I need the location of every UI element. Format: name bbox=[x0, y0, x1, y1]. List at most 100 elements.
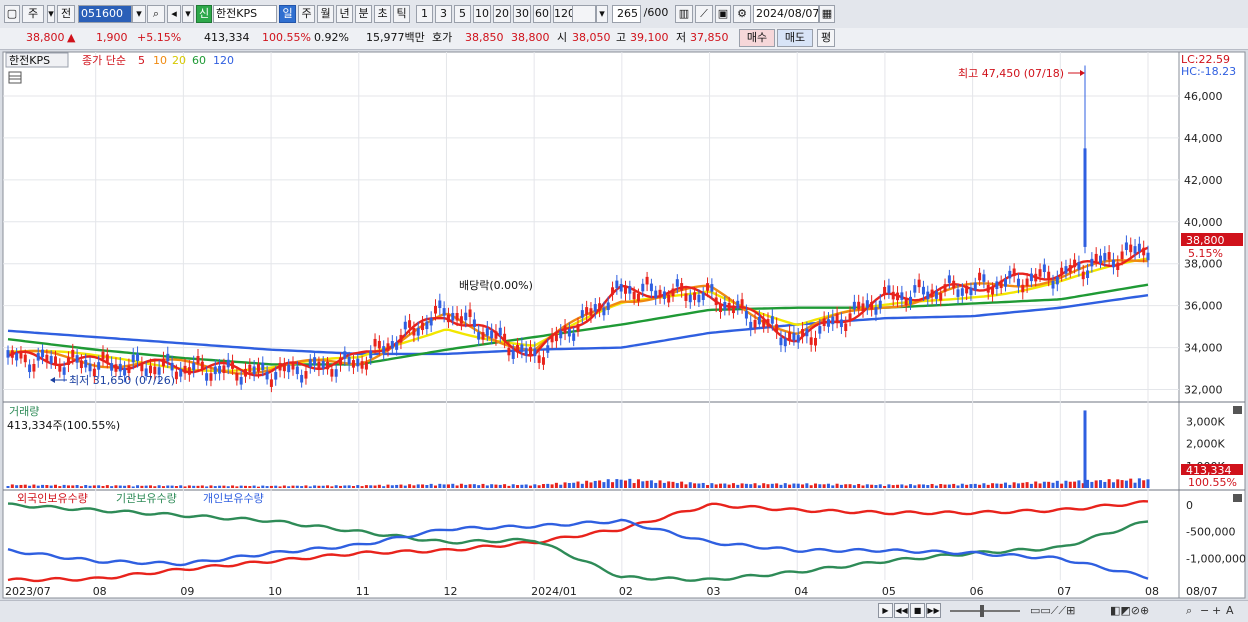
period-tab-3[interactable]: 년 bbox=[336, 5, 353, 23]
layout-icon[interactable]: ▢ bbox=[4, 5, 20, 23]
calendar-icon[interactable]: ▦ bbox=[819, 5, 835, 23]
line-tool-icon[interactable]: ⟋ bbox=[695, 5, 713, 23]
candle-body bbox=[395, 342, 399, 350]
period-tab-1[interactable]: 주 bbox=[298, 5, 315, 23]
rewind-icon[interactable]: ◀◀ bbox=[894, 603, 909, 618]
zoom-plus-icon[interactable]: + bbox=[1212, 604, 1221, 618]
volume-bar bbox=[973, 483, 977, 488]
stock-chart[interactable]: 46,00044,00042,00040,00038,00036,00034,0… bbox=[0, 50, 1248, 600]
volume-bar bbox=[205, 486, 209, 488]
candle-body bbox=[485, 328, 489, 336]
volume-close-icon[interactable] bbox=[1233, 406, 1242, 414]
volume-bar bbox=[757, 485, 761, 488]
buy-button[interactable]: 매수 bbox=[739, 29, 775, 47]
period-mode-select[interactable]: 주 bbox=[22, 5, 44, 23]
zoom-in-icon[interactable]: ⌕ bbox=[1186, 604, 1192, 618]
open-price: 38,050 bbox=[572, 31, 611, 44]
volume-bar bbox=[32, 484, 36, 488]
period-tab-5[interactable]: 초 bbox=[374, 5, 391, 23]
settings-gear-icon[interactable]: ⚙ bbox=[733, 5, 751, 23]
zoom-slider-track[interactable] bbox=[950, 610, 1020, 612]
stop-icon[interactable]: ■ bbox=[910, 603, 925, 618]
period-dropdown-icon[interactable]: ▾ bbox=[47, 5, 55, 23]
volume-bar bbox=[636, 479, 640, 488]
volume-bar bbox=[464, 484, 468, 488]
interval-dropdown-icon[interactable]: ▾ bbox=[596, 5, 608, 23]
ma-legend-10: 10 bbox=[153, 54, 167, 67]
holdings-legend-foreign: 외국인보유수량 bbox=[17, 492, 88, 505]
candle-body bbox=[1004, 279, 1007, 287]
volume-value: 413,334 bbox=[204, 31, 250, 44]
drawing-tools-icon[interactable]: ◧◩⊘⊕ bbox=[1110, 604, 1149, 618]
code-dropdown-icon[interactable]: ▾ bbox=[132, 5, 146, 23]
volume-bar bbox=[667, 481, 671, 488]
period-tab-6[interactable]: 틱 bbox=[393, 5, 410, 23]
zoom-slider-handle[interactable] bbox=[980, 605, 984, 617]
candle-body bbox=[356, 358, 360, 367]
volume-bar bbox=[701, 482, 705, 488]
candle-body bbox=[796, 335, 800, 343]
candle-body bbox=[136, 353, 140, 361]
high-annotation: 최고 47,450 (07/18) bbox=[958, 67, 1064, 80]
interval-button-3[interactable]: 3 bbox=[435, 5, 452, 23]
candle-icon[interactable]: ▥ bbox=[675, 5, 693, 23]
count-input[interactable]: 265 bbox=[612, 5, 641, 23]
candle-body bbox=[654, 290, 658, 299]
volume-bar bbox=[252, 485, 256, 488]
candle-body bbox=[114, 364, 118, 372]
volume-bar bbox=[956, 485, 960, 488]
candle-body bbox=[343, 351, 347, 359]
holdings-legend-institution: 기관보유수량 bbox=[116, 492, 177, 505]
current-price: 38,800 bbox=[26, 31, 65, 44]
candle-body bbox=[503, 333, 507, 342]
speaker-icon[interactable]: ◂ bbox=[167, 5, 181, 23]
candle-body bbox=[399, 334, 403, 343]
candle-body bbox=[891, 291, 895, 300]
candle-body bbox=[723, 302, 727, 310]
candle-body bbox=[921, 286, 925, 295]
zoom-minus-icon[interactable]: − bbox=[1200, 604, 1209, 618]
table-icon[interactable] bbox=[8, 71, 22, 84]
volume-bar bbox=[533, 484, 537, 488]
forward-icon[interactable]: ▶▶ bbox=[926, 603, 941, 618]
speaker-dropdown-icon[interactable]: ▾ bbox=[182, 5, 194, 23]
candle-body bbox=[54, 356, 57, 364]
volume-bar bbox=[537, 485, 541, 488]
volume-bar bbox=[870, 484, 874, 488]
play-icon[interactable]: ▶ bbox=[878, 603, 893, 618]
candle-body bbox=[1081, 271, 1085, 280]
interval-button-20[interactable]: 20 bbox=[493, 5, 511, 23]
prev-button[interactable]: 전 bbox=[57, 5, 75, 23]
period-tab-4[interactable]: 분 bbox=[355, 5, 372, 23]
interval-button-5[interactable]: 5 bbox=[454, 5, 471, 23]
interval-button-10[interactable]: 10 bbox=[473, 5, 491, 23]
period-tab-2[interactable]: 월 bbox=[317, 5, 334, 23]
font-size-icon[interactable]: A bbox=[1226, 604, 1234, 618]
sell-button[interactable]: 매도 bbox=[777, 29, 813, 47]
volume-bar bbox=[1111, 482, 1115, 488]
search-icon[interactable]: ⌕ bbox=[147, 5, 165, 23]
volume-bar bbox=[166, 485, 170, 488]
candle-body bbox=[88, 363, 92, 372]
candle-body bbox=[585, 307, 589, 315]
stock-name-field[interactable]: 한전KPS bbox=[213, 5, 277, 23]
holdings-close-icon[interactable] bbox=[1233, 494, 1242, 502]
volume-bar bbox=[248, 486, 252, 488]
quote-bar: 38,800 ▲ 1,900 +5.15% 413,334 100.55% 0.… bbox=[0, 28, 1248, 50]
interval-button-60[interactable]: 60 bbox=[533, 5, 551, 23]
volume-bar bbox=[965, 484, 969, 488]
interval-custom-field[interactable] bbox=[572, 5, 596, 23]
interval-button-30[interactable]: 30 bbox=[513, 5, 531, 23]
candle-body bbox=[1086, 270, 1090, 278]
interval-button-1[interactable]: 1 bbox=[416, 5, 433, 23]
save-icon[interactable]: ▣ bbox=[715, 5, 731, 23]
eval-button[interactable]: 평 bbox=[817, 29, 835, 47]
candle-body bbox=[1116, 262, 1120, 270]
volume-bar bbox=[783, 483, 787, 488]
candle-body bbox=[956, 289, 960, 297]
stock-code-input[interactable]: 051600 bbox=[78, 5, 132, 23]
period-tab-0[interactable]: 일 bbox=[279, 5, 296, 23]
candle-body bbox=[814, 337, 817, 346]
date-input[interactable]: 2024/08/07 bbox=[753, 5, 819, 23]
draw-tools-icon[interactable]: ▭▭⟋⟋⊞ bbox=[1030, 604, 1075, 618]
